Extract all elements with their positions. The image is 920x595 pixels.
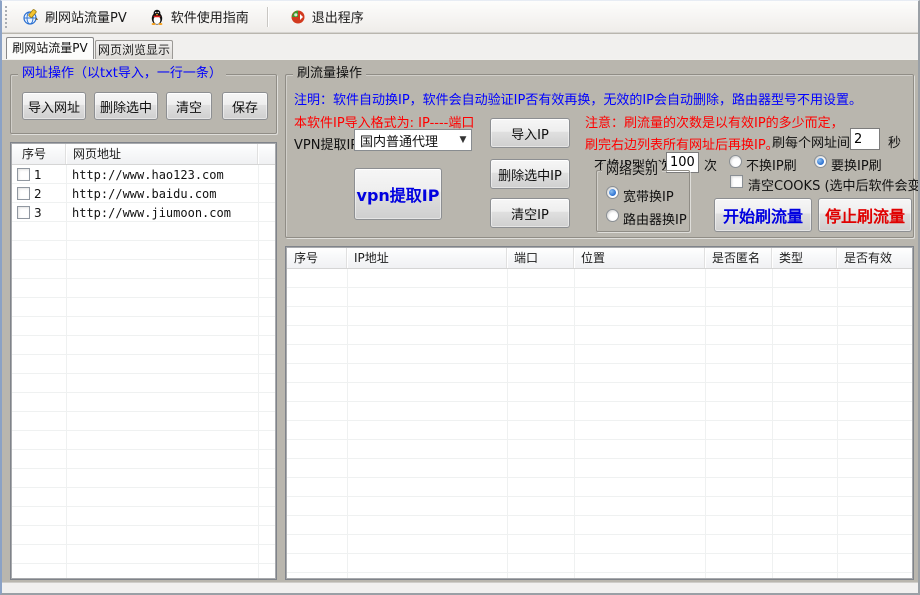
tab-traffic-pv[interactable]: 刷网站流量PV	[6, 37, 94, 59]
row-url: http://www.hao123.com	[63, 168, 224, 182]
ip-list-body[interactable]	[287, 269, 912, 578]
radio-broadband-ip[interactable]	[606, 186, 619, 199]
toolbar-item-label: 软件使用指南	[171, 7, 249, 26]
table-row[interactable]: 1 http://www.hao123.com	[12, 165, 275, 184]
row-index: 1	[30, 168, 63, 182]
exit-icon	[290, 9, 306, 25]
toolbar-item-exit[interactable]: 退出程序	[282, 3, 372, 30]
column-line	[507, 269, 508, 578]
vpn-proxy-select[interactable]: 国内普通代理 ▼	[354, 129, 472, 151]
vpn-extract-ip-button[interactable]: vpn提取IP	[354, 168, 442, 220]
toolbar: 刷网站流量PV 软件使用指南	[2, 1, 918, 33]
radio-change-ip[interactable]	[814, 155, 827, 168]
column-line	[837, 269, 838, 578]
ip-list-header-col[interactable]: 序号	[287, 248, 347, 268]
ip-list-header-col[interactable]: 是否有效	[837, 248, 914, 268]
tab-strip: 刷网站流量PV 网页浏览显示	[2, 34, 918, 59]
stop-traffic-button[interactable]: 停止刷流量	[818, 198, 912, 232]
toolbar-item-traffic-pv[interactable]: 刷网站流量PV	[15, 3, 135, 30]
app-window: 刷网站流量PV 软件使用指南	[0, 0, 920, 595]
row-index: 3	[30, 206, 63, 220]
vpn-proxy-select-value: 国内普通代理	[355, 131, 455, 150]
row-url: http://www.baidu.com	[63, 187, 217, 201]
status-bar	[2, 582, 918, 593]
ip-list-header-col[interactable]: IP地址	[347, 248, 507, 268]
ip-list-header-col[interactable]: 位置	[574, 248, 705, 268]
clear-url-button[interactable]: 清空	[166, 92, 212, 120]
radio-broadband-ip-label[interactable]: 宽带换IP	[623, 186, 674, 205]
vpn-extract-label: VPN提取IP	[294, 134, 358, 153]
ip-list-header-col[interactable]: 是否匿名	[705, 248, 772, 268]
note-auto-ip: 注明：软件自动换IP，软件会自动验证IP否有效再换，无效的IP会自动删除，路由器…	[294, 89, 862, 108]
delete-selected-ip-button[interactable]: 删除选中IP	[490, 159, 570, 189]
radio-no-change-ip-label[interactable]: 不换IP刷	[746, 155, 797, 174]
url-list-header: 序号 网页地址	[12, 144, 275, 165]
toolbar-separator	[267, 7, 268, 27]
import-url-button[interactable]: 导入网址	[22, 92, 86, 120]
toolbar-item-guide[interactable]: 软件使用指南	[141, 3, 257, 30]
tab-browser-view[interactable]: 网页浏览显示	[95, 40, 173, 59]
url-group-title: 网址操作（以txt导入，一行一条）	[18, 67, 226, 81]
radio-change-ip-label[interactable]: 要换IP刷	[831, 155, 882, 174]
column-line	[772, 269, 773, 578]
toolbar-item-label: 退出程序	[312, 7, 364, 26]
url-list-header-url[interactable]: 网页地址	[66, 144, 258, 164]
traffic-group-title: 刷流量操作	[293, 67, 366, 81]
column-line	[574, 269, 575, 578]
toolbar-item-label: 刷网站流量PV	[45, 7, 127, 26]
clear-cookies-label[interactable]: 清空COOKS (选中后软件会变慢)	[748, 175, 920, 194]
column-line	[705, 269, 706, 578]
column-line	[258, 165, 259, 578]
interval-unit: 秒	[888, 132, 901, 151]
row-checkbox[interactable]	[17, 187, 30, 200]
clear-cookies-checkbox[interactable]	[730, 175, 743, 188]
row-checkbox[interactable]	[17, 168, 30, 181]
url-list-header-filler	[258, 144, 275, 164]
ip-list-header: 序号 IP地址 端口 位置 是否匿名 类型 是否有效	[287, 248, 912, 269]
penguin-icon	[149, 9, 165, 25]
interval-input[interactable]	[850, 128, 880, 150]
row-checkbox[interactable]	[17, 206, 30, 219]
note-warning-2: 刷完右边列表所有网址后再换IP。	[585, 134, 779, 153]
radio-router-ip[interactable]	[606, 209, 619, 222]
delete-selected-url-button[interactable]: 删除选中	[94, 92, 158, 120]
url-list-body[interactable]: 1 http://www.hao123.com 2 http://www.bai…	[12, 165, 275, 578]
note-warning-1: 注意：刷流量的次数是以有效IP的多少而定，	[585, 112, 844, 131]
ip-list: 序号 IP地址 端口 位置 是否匿名 类型 是否有效	[285, 246, 914, 580]
radio-no-change-ip[interactable]	[729, 155, 742, 168]
column-line	[347, 269, 348, 578]
row-url: http://www.jiumoon.com	[63, 206, 231, 220]
no-change-count-unit: 次	[704, 155, 717, 174]
save-url-button[interactable]: 保存	[222, 92, 268, 120]
start-traffic-button[interactable]: 开始刷流量	[714, 198, 812, 232]
url-list-header-index[interactable]: 序号	[12, 144, 66, 164]
toolbar-gripper[interactable]	[5, 6, 9, 28]
tab-page: 网址操作（以txt导入，一行一条） 导入网址 删除选中 清空 保存 序号 网页地…	[2, 59, 918, 585]
table-row[interactable]: 2 http://www.baidu.com	[12, 184, 275, 203]
clear-ip-button[interactable]: 清空IP	[490, 198, 570, 228]
radio-router-ip-label[interactable]: 路由器换IP	[623, 209, 687, 228]
network-group-title: 网络类别	[602, 164, 662, 178]
ip-list-header-col[interactable]: 端口	[507, 248, 574, 268]
ip-list-header-col[interactable]: 类型	[772, 248, 837, 268]
table-row[interactable]: 3 http://www.jiumoon.com	[12, 203, 275, 222]
column-line	[66, 165, 67, 578]
globe-pen-icon	[23, 9, 39, 25]
chevron-down-icon: ▼	[455, 135, 471, 145]
url-list: 序号 网页地址 1 http://www.hao123.com 2 http:/…	[10, 142, 277, 580]
import-ip-button[interactable]: 导入IP	[490, 118, 570, 148]
row-index: 2	[30, 187, 63, 201]
